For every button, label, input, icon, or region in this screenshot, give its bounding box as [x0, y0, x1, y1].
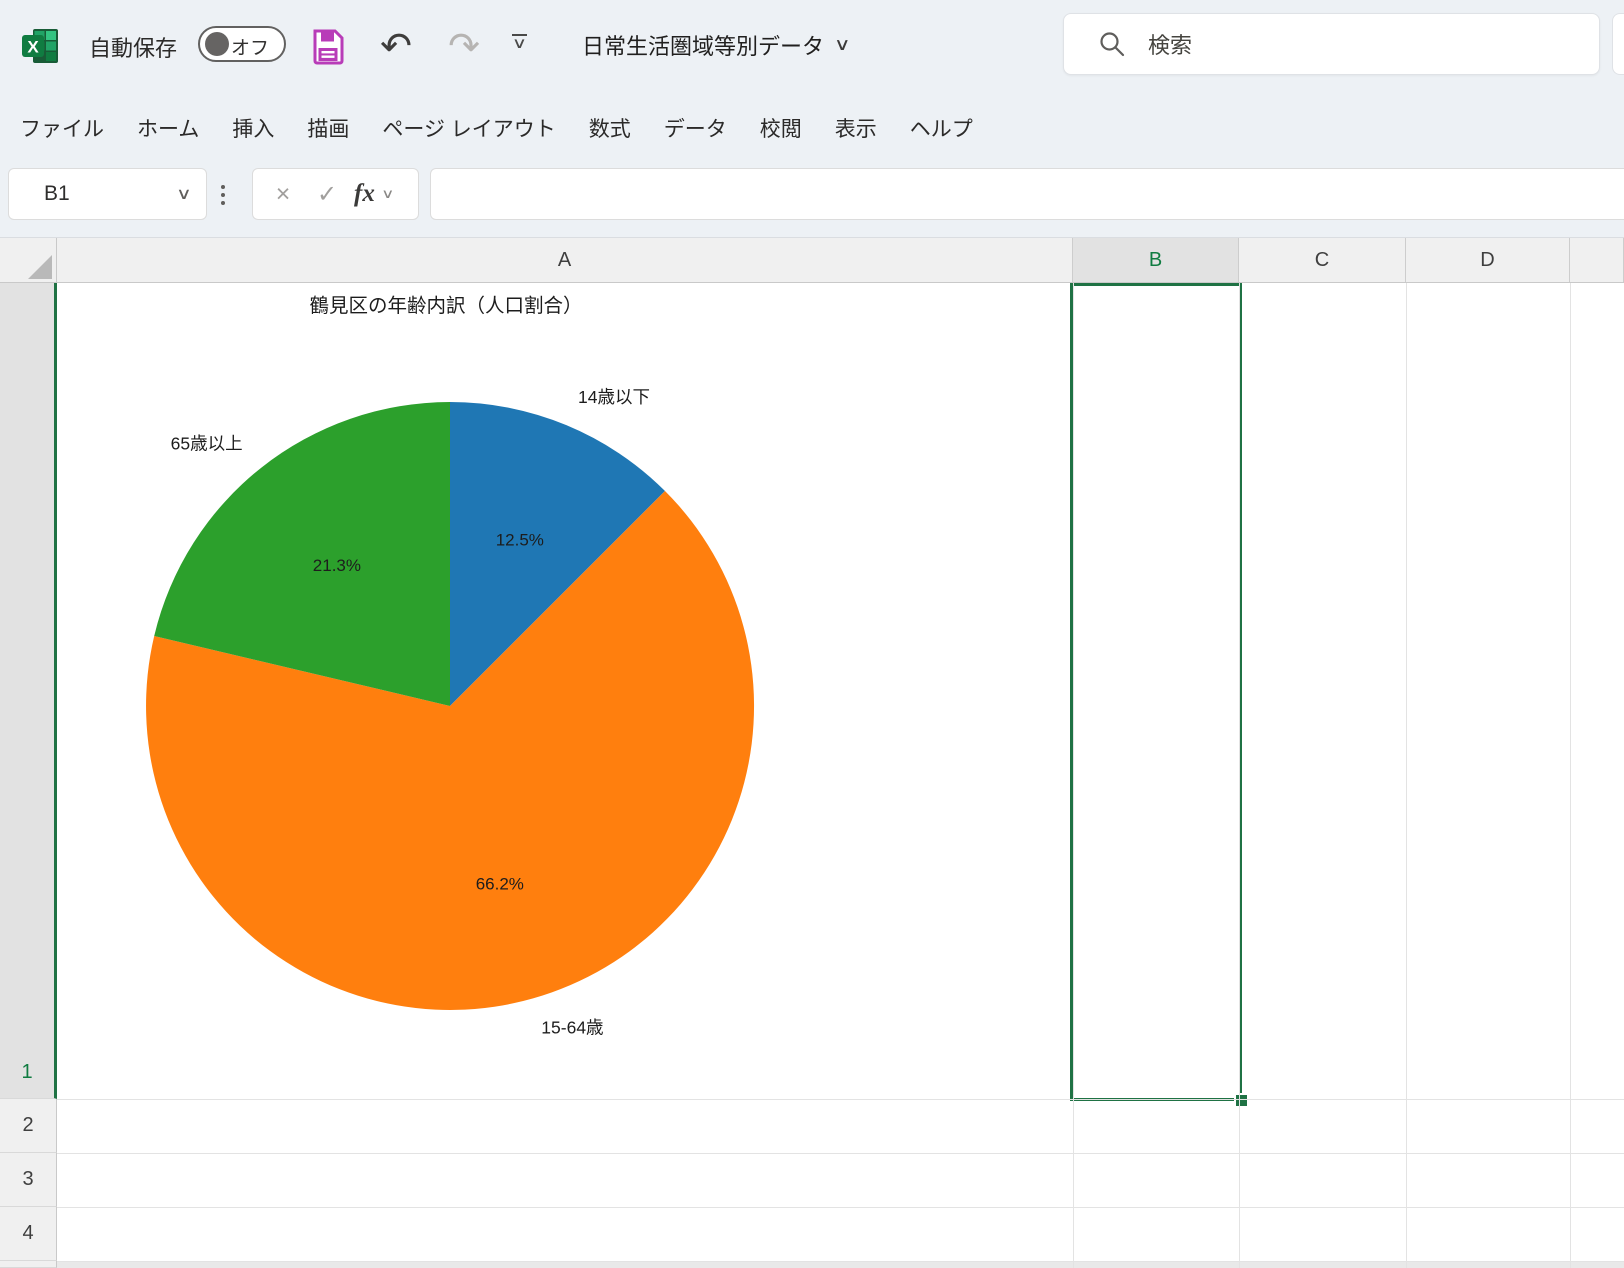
pie-category-label: 65歳以上: [171, 434, 243, 454]
column-header-B[interactable]: B: [1073, 238, 1239, 282]
save-button[interactable]: [310, 27, 346, 67]
search-placeholder: 検索: [1148, 28, 1192, 60]
row-header-column: 1234: [0, 283, 57, 1268]
chevron-down-icon[interactable]: ∨: [381, 186, 394, 202]
tab-page-layout[interactable]: ページ レイアウト: [382, 113, 555, 143]
formula-button-group: × ✓ fx ∨: [252, 168, 419, 220]
gridline: [1239, 283, 1240, 1268]
tab-help[interactable]: ヘルプ: [910, 113, 973, 143]
row-header-4[interactable]: 4: [0, 1207, 57, 1261]
chevron-down-icon: ∨: [834, 35, 851, 55]
tab-data[interactable]: データ: [664, 113, 727, 143]
column-header-C[interactable]: C: [1239, 238, 1406, 282]
spreadsheet-grid[interactable]: 鶴見区の年齢内訳（人口割合） 12.5% 14歳以下 66.2% 15-64歳 21.3%…: [57, 283, 1624, 1268]
select-all-triangle-icon: [28, 255, 52, 279]
next-row-strip: [57, 1262, 1624, 1268]
select-all-corner[interactable]: [0, 238, 57, 282]
autosave-label: 自動保存: [89, 31, 177, 63]
undo-button[interactable]: ↶: [378, 27, 414, 67]
gridline: [57, 1261, 1624, 1262]
name-box-value: B1: [44, 182, 178, 206]
chart-title: 鶴見区の年齢内訳（人口割合）: [309, 295, 582, 317]
pie-percent-label: 21.3%: [313, 556, 361, 575]
tab-formulas[interactable]: 数式: [589, 113, 631, 143]
title-bar: X 自動保存 オフ ↶ ↷ ∨ 日常生活圏域等別データ ∨ 検索: [0, 0, 1624, 96]
svg-text:X: X: [27, 38, 39, 57]
gridline: [1570, 283, 1571, 1268]
customize-quick-access-button[interactable]: ∨: [508, 34, 530, 51]
column-header-row: ABCD: [0, 237, 1624, 283]
tab-home[interactable]: ホーム: [137, 113, 199, 143]
formula-bar-handle-icon[interactable]: [219, 185, 227, 205]
ribbon-tab-bar: ファイル ホーム 挿入 描画 ページ レイアウト 数式 データ 校閲 表示 ヘルプ: [0, 96, 1624, 160]
pie-category-label: 15-64歳: [541, 1018, 603, 1038]
chevron-down-icon: ∨: [511, 37, 526, 51]
autosave-toggle[interactable]: オフ: [198, 26, 286, 62]
name-box[interactable]: B1 ∨: [8, 168, 207, 220]
gridline: [1406, 283, 1407, 1268]
save-floppy-icon: [312, 29, 344, 65]
column-header-D[interactable]: D: [1406, 238, 1570, 282]
tab-insert[interactable]: 挿入: [232, 113, 274, 143]
pie-percent-label: 12.5%: [496, 531, 544, 550]
pie-category-label: 14歳以下: [578, 387, 650, 407]
row-header-partial[interactable]: [0, 1261, 57, 1268]
pie-percent-label: 66.2%: [476, 875, 524, 894]
tab-review[interactable]: 校閲: [760, 113, 802, 143]
redo-icon: ↷: [448, 28, 480, 66]
fill-handle[interactable]: [1236, 1095, 1247, 1106]
clipped-toolbar-button: [1612, 13, 1624, 75]
column-header-A[interactable]: A: [57, 238, 1073, 282]
document-title-text: 日常生活圏域等別データ: [582, 29, 824, 61]
formula-bar: B1 ∨ × ✓ fx ∨: [0, 160, 1624, 237]
tab-draw[interactable]: 描画: [307, 113, 349, 143]
chevron-down-icon[interactable]: ∨: [176, 184, 192, 204]
formula-input[interactable]: [430, 168, 1624, 220]
embedded-chart[interactable]: 鶴見区の年齢内訳（人口割合） 12.5% 14歳以下 66.2% 15-64歳 21.3%…: [57, 283, 1073, 1101]
column-header-partial[interactable]: [1570, 238, 1624, 282]
row-header-3[interactable]: 3: [0, 1153, 57, 1207]
cancel-button[interactable]: ×: [268, 180, 298, 209]
tab-view[interactable]: 表示: [835, 113, 877, 143]
insert-function-button[interactable]: fx: [354, 180, 375, 208]
gridline: [57, 1099, 1624, 1100]
excel-logo-icon: X: [20, 26, 60, 66]
enter-button[interactable]: ✓: [312, 180, 342, 209]
cell-selection-border: [1070, 283, 1242, 1101]
toggle-knob-icon: [205, 32, 229, 56]
autosave-state: オフ: [231, 33, 269, 60]
row-header-1[interactable]: 1: [0, 283, 57, 1099]
gridline: [1073, 283, 1074, 1268]
undo-icon: ↶: [380, 28, 412, 66]
gridline: [57, 1207, 1624, 1208]
search-icon: [1098, 30, 1126, 58]
redo-button[interactable]: ↷: [446, 27, 482, 67]
document-title[interactable]: 日常生活圏域等別データ ∨: [582, 29, 848, 61]
tab-file[interactable]: ファイル: [20, 113, 104, 143]
gridline: [57, 1153, 1624, 1154]
row-header-2[interactable]: 2: [0, 1099, 57, 1153]
search-box[interactable]: 検索: [1063, 13, 1600, 75]
